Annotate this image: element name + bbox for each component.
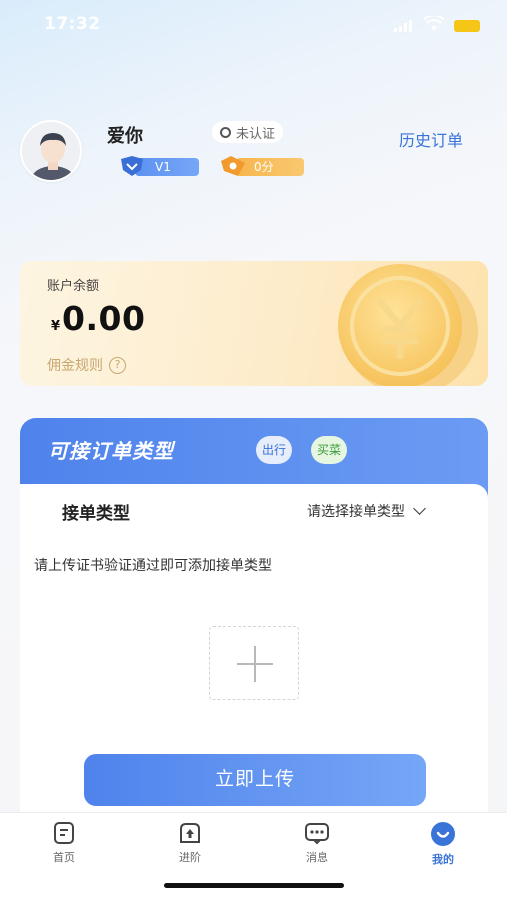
yuan-coin-icon [338,264,478,386]
status-time: 17:32 [44,14,101,34]
score-badge: 0分 [218,155,304,177]
chip-grocery: 买菜 [311,436,347,464]
level-badge: V1 [117,155,199,177]
tab-profile[interactable]: 我的 [408,821,478,867]
level-shield-icon [121,156,143,176]
commission-rules-label: 佣金规则 [47,358,103,374]
cert-status-badge[interactable]: 未认证 [212,121,284,143]
order-type-select[interactable]: 请选择接单类型 [307,501,426,521]
status-bar: 17:32 [0,0,507,52]
avatar[interactable] [20,120,82,182]
avatar-icon [22,122,80,180]
chevron-down-icon [413,502,426,515]
order-types-section: 可接订单类型 出行 买菜 接单类型 请选择接单类型 请上传证书验证通过即可添加接… [20,418,488,818]
upload-now-button[interactable]: 立即上传 [84,754,426,806]
commission-rules-link[interactable]: 佣金规则 ? [47,355,126,375]
wifi-icon [424,16,444,31]
upgrade-icon [180,823,200,843]
profile-header: 爱你 未认证 V1 0分 历史订单 [0,115,507,190]
upload-hint: 请上传证书验证通过即可添加接单类型 [34,558,272,574]
history-orders-link[interactable]: 历史订单 [399,127,463,151]
score-tag-icon [221,156,245,176]
order-types-header: 可接订单类型 出行 买菜 [20,418,488,488]
balance-card: 账户余额 ¥ 0.00 佣金规则 ? [20,261,488,386]
balance-value: 0.00 [62,299,146,338]
tab-upgrade[interactable]: 进阶 [155,821,225,865]
order-types-body: 接单类型 请选择接单类型 请上传证书验证通过即可添加接单类型 立即上传 [20,484,488,818]
tab-home-label: 首页 [53,851,75,864]
question-icon: ? [109,356,126,374]
tab-profile-label: 我的 [432,853,454,866]
home-indicator [164,883,344,888]
balance-amount: ¥ 0.00 [51,299,145,338]
cert-status-label: 未认证 [236,126,276,142]
tab-messages[interactable]: 消息 [282,821,352,865]
order-types-title: 可接订单类型 [48,439,174,463]
chip-travel: 出行 [256,436,292,464]
battery-icon [454,20,480,32]
tab-home[interactable]: 首页 [29,821,99,865]
message-icon [305,823,329,845]
tab-messages-label: 消息 [306,851,328,864]
order-type-label: 接单类型 [62,504,130,524]
order-type-placeholder: 请选择接单类型 [307,504,405,520]
upload-certificate-box[interactable] [209,626,299,700]
balance-label: 账户余额 [47,279,100,294]
profile-icon [431,822,455,846]
username: 爱你 [107,126,143,147]
cert-status-icon [220,126,231,138]
home-icon [54,822,74,844]
signal-icon [394,20,412,32]
currency-symbol: ¥ [51,319,61,334]
tab-upgrade-label: 进阶 [179,851,201,864]
